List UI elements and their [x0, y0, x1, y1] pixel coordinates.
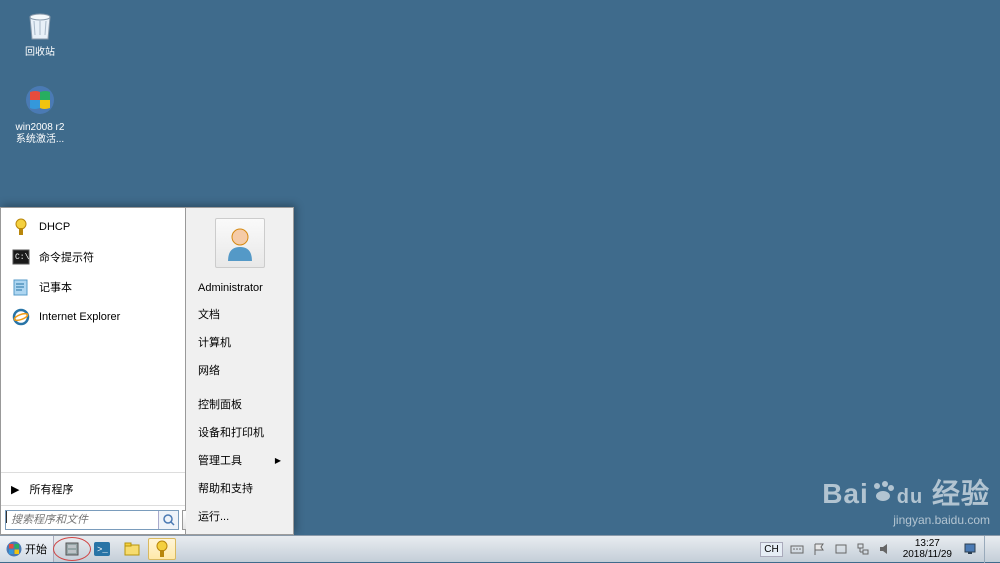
- tray-icon-action[interactable]: [833, 541, 849, 557]
- tray-icon-flag[interactable]: [811, 541, 827, 557]
- tray-icon-sound[interactable]: [877, 541, 893, 557]
- program-label: 命令提示符: [39, 249, 94, 265]
- program-item-dhcp[interactable]: DHCP: [5, 212, 181, 242]
- program-label: DHCP: [39, 221, 70, 233]
- show-desktop-button[interactable]: [984, 536, 994, 563]
- notepad-icon: [11, 277, 31, 297]
- start-button[interactable]: 开始: [0, 536, 54, 562]
- system-tray: CH 13:27 2018/11/29: [754, 536, 1000, 562]
- ie-icon: [11, 307, 31, 327]
- explorer-icon: [123, 540, 141, 558]
- program-label: 记事本: [39, 279, 72, 295]
- dhcp-icon: [153, 540, 171, 558]
- program-label: Internet Explorer: [39, 311, 120, 323]
- user-picture[interactable]: [215, 218, 265, 268]
- menu-item-help[interactable]: 帮助和支持: [186, 474, 293, 502]
- search-input[interactable]: [7, 511, 158, 529]
- menu-item-devices-printers[interactable]: 设备和打印机: [186, 418, 293, 446]
- start-menu: DHCP C:\ 命令提示符 记事本 Internet Explorer: [0, 207, 294, 535]
- taskbar-pin-explorer[interactable]: [118, 538, 146, 560]
- menu-item-admin-tools[interactable]: 管理工具 ▶: [186, 446, 293, 474]
- server-manager-icon: [63, 540, 81, 558]
- arrow-right-icon: ▶: [275, 456, 281, 465]
- search-button[interactable]: [158, 511, 178, 529]
- user-name-item[interactable]: Administrator: [186, 276, 293, 300]
- program-item-ie[interactable]: Internet Explorer: [5, 302, 181, 332]
- taskbar-pin-dhcp[interactable]: [148, 538, 176, 560]
- cmd-icon: C:\: [11, 247, 31, 267]
- search-row: 注销 ▸: [1, 505, 185, 534]
- all-programs-button[interactable]: ▶ 所有程序: [1, 472, 185, 505]
- language-indicator[interactable]: CH: [760, 542, 782, 557]
- windows-orb-icon: [6, 541, 22, 557]
- powershell-icon: >_: [93, 540, 111, 558]
- menu-item-documents[interactable]: 文档: [186, 300, 293, 328]
- taskbar-pin-powershell[interactable]: >_: [88, 538, 116, 560]
- taskbar-pinned-apps: >_: [54, 538, 180, 560]
- arrow-right-icon: ▶: [11, 483, 19, 496]
- all-programs-label: 所有程序: [29, 481, 73, 497]
- program-item-cmd[interactable]: C:\ 命令提示符: [5, 242, 181, 272]
- tray-icon-monitor[interactable]: [962, 541, 978, 557]
- taskbar-clock[interactable]: 13:27 2018/11/29: [899, 538, 956, 560]
- svg-text:>_: >_: [97, 545, 108, 555]
- taskbar-pin-server-manager[interactable]: [58, 538, 86, 560]
- search-box[interactable]: [5, 510, 179, 530]
- start-label: 开始: [25, 541, 47, 557]
- program-item-notepad[interactable]: 记事本: [5, 272, 181, 302]
- desktop-icon-recycle-bin[interactable]: 回收站: [10, 5, 70, 59]
- taskbar: 开始 >_ CH: [0, 535, 1000, 562]
- menu-item-computer[interactable]: 计算机: [186, 328, 293, 356]
- menu-item-run[interactable]: 运行...: [186, 502, 293, 530]
- menu-item-control-panel[interactable]: 控制面板: [186, 390, 293, 418]
- tray-icon-network[interactable]: [855, 541, 871, 557]
- program-list: DHCP C:\ 命令提示符 记事本 Internet Explorer: [1, 208, 185, 472]
- start-menu-right-panel: Administrator 文档 计算机 网络 控制面板 设备和打印机 管理工具…: [186, 207, 294, 535]
- desktop-icon-label: win2008 r2 系统激活...: [10, 122, 70, 146]
- windows-icon: [20, 80, 60, 120]
- recycle-bin-icon: [20, 5, 60, 45]
- menu-item-network[interactable]: 网络: [186, 356, 293, 384]
- svg-text:C:\: C:\: [15, 253, 30, 262]
- dhcp-icon: [11, 217, 31, 237]
- watermark: Baidu 经验 jingyan.baidu.com: [822, 472, 990, 527]
- desktop-icon-activator[interactable]: win2008 r2 系统激活...: [10, 80, 70, 146]
- tray-icon-keyboard[interactable]: [789, 541, 805, 557]
- desktop-icon-label: 回收站: [10, 47, 70, 59]
- start-menu-left-panel: DHCP C:\ 命令提示符 记事本 Internet Explorer: [0, 207, 186, 535]
